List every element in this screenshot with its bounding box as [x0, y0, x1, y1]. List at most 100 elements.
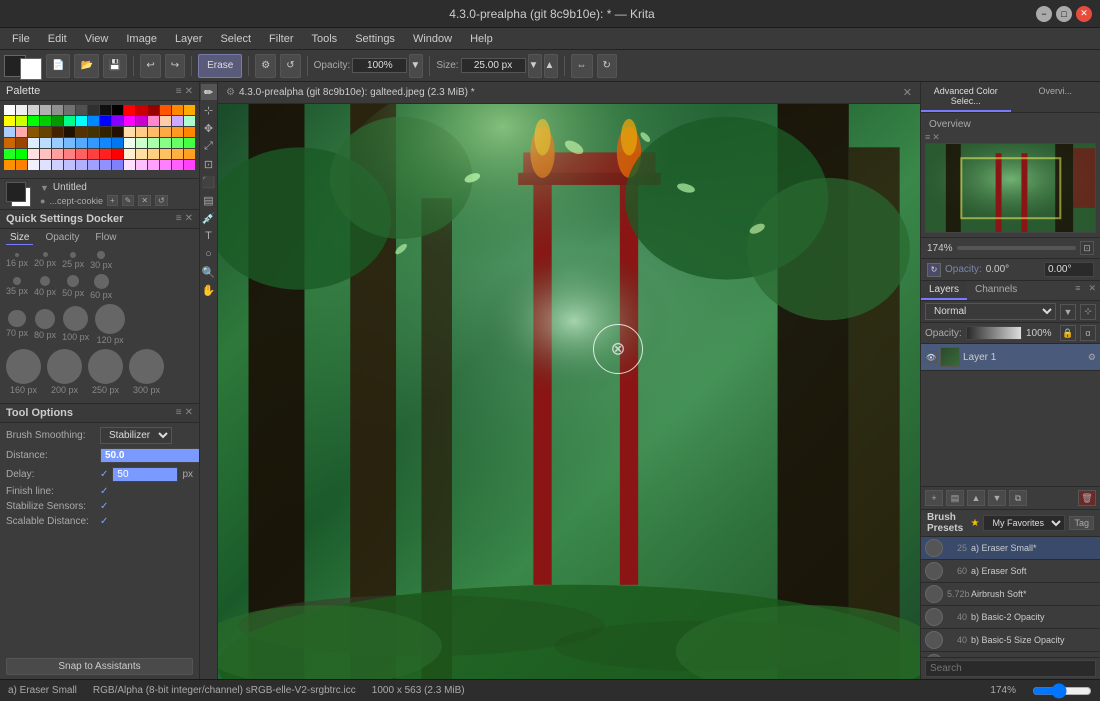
color-cell[interactable]	[4, 160, 15, 170]
brush-size-item[interactable]: 300 px	[129, 349, 164, 395]
menu-item-help[interactable]: Help	[462, 31, 501, 47]
new-document-button[interactable]: 📄	[46, 54, 70, 78]
color-cell[interactable]	[88, 105, 99, 115]
layers-search-button[interactable]: ⊹	[1080, 304, 1096, 320]
duplicate-layer-button[interactable]: ⧉	[1009, 490, 1027, 506]
color-cell[interactable]	[4, 127, 15, 137]
canvas-close-button[interactable]: ✕	[903, 86, 912, 99]
add-group-button[interactable]: ▤	[946, 490, 964, 506]
qs-menu-button[interactable]: ≡	[176, 213, 182, 225]
layers-menu-button[interactable]: ≡	[1071, 281, 1084, 300]
color-cell[interactable]	[76, 116, 87, 126]
color-cell[interactable]	[52, 127, 63, 137]
color-cell[interactable]	[160, 149, 171, 159]
brush-size-item[interactable]: 30 px	[90, 251, 112, 270]
status-zoom-slider[interactable]	[1032, 683, 1092, 699]
fg-color-swatch[interactable]	[6, 182, 26, 202]
mirror-button[interactable]: ⇔	[571, 54, 593, 78]
opacity-down-button[interactable]: ▼	[409, 54, 423, 78]
brush-preset-item[interactable]: 5.72b Airbrush Soft*	[921, 583, 1100, 606]
color-cell[interactable]	[148, 138, 159, 148]
color-cell[interactable]	[124, 149, 135, 159]
reset-button[interactable]: ↺	[280, 54, 300, 78]
color-cell[interactable]	[100, 160, 111, 170]
delete-preset-button[interactable]: ✕	[138, 195, 151, 206]
color-cell[interactable]	[100, 138, 111, 148]
color-cell[interactable]	[184, 160, 195, 170]
color-cell[interactable]	[124, 116, 135, 126]
brush-preset-item[interactable]: 25 a) Eraser Small*	[921, 537, 1100, 560]
color-cell[interactable]	[124, 105, 135, 115]
color-cell[interactable]	[28, 149, 39, 159]
overview-menu[interactable]: ≡	[925, 132, 930, 143]
tab-overview-tab[interactable]: Overvi...	[1011, 82, 1100, 112]
color-cell[interactable]	[76, 105, 87, 115]
color-cell[interactable]	[136, 160, 147, 170]
pan-tool-icon[interactable]: ✋	[201, 282, 217, 298]
delete-layer-button[interactable]: 🗑	[1078, 490, 1096, 506]
menu-item-select[interactable]: Select	[212, 31, 259, 47]
color-cell[interactable]	[52, 105, 63, 115]
overview-thumbnail[interactable]	[925, 143, 1096, 233]
qs-tab-flow[interactable]: Flow	[91, 231, 120, 245]
open-document-button[interactable]: 📂	[74, 54, 98, 78]
erase-mode-button[interactable]: Erase	[198, 54, 242, 78]
color-cell[interactable]	[88, 116, 99, 126]
color-cell[interactable]	[16, 105, 27, 115]
brush-settings-button[interactable]: ⚙	[255, 54, 276, 78]
color-cell[interactable]	[76, 149, 87, 159]
color-cell[interactable]	[40, 116, 51, 126]
select-tool-icon[interactable]: ⊹	[201, 102, 217, 118]
color-cell[interactable]	[148, 127, 159, 137]
color-cell[interactable]	[52, 138, 63, 148]
redo-button[interactable]: ↪	[165, 54, 185, 78]
move-tool-icon[interactable]: ✥	[201, 120, 217, 136]
color-cell[interactable]	[28, 116, 39, 126]
color-cell[interactable]	[136, 127, 147, 137]
color-cell[interactable]	[16, 160, 27, 170]
opacity-alpha-button[interactable]: α	[1080, 325, 1096, 341]
color-cell[interactable]	[16, 149, 27, 159]
text-tool-icon[interactable]: T	[201, 228, 217, 244]
zoom-slider[interactable]	[957, 246, 1076, 250]
menu-item-settings[interactable]: Settings	[347, 31, 403, 47]
color-cell[interactable]	[112, 149, 123, 159]
color-cell[interactable]	[64, 127, 75, 137]
brush-size-item[interactable]: 160 px	[6, 349, 41, 395]
color-cell[interactable]	[148, 149, 159, 159]
color-cell[interactable]	[64, 160, 75, 170]
color-cell[interactable]	[172, 138, 183, 148]
menu-item-view[interactable]: View	[77, 31, 117, 47]
brush-size-item[interactable]: 200 px	[47, 349, 82, 395]
color-cell[interactable]	[160, 160, 171, 170]
gradient-tool-icon[interactable]: ▤	[201, 192, 217, 208]
color-cell[interactable]	[4, 138, 15, 148]
maximize-button[interactable]: □	[1056, 6, 1072, 22]
palette-menu-button[interactable]: ≡	[176, 86, 182, 97]
color-cell[interactable]	[172, 160, 183, 170]
menu-item-filter[interactable]: Filter	[261, 31, 301, 47]
color-cell[interactable]	[100, 116, 111, 126]
brush-size-item[interactable]: 40 px	[34, 276, 56, 297]
move-layer-up-button[interactable]: ▲	[967, 490, 985, 506]
brush-preset-item[interactable]: 40 b) Basic-2 Opacity	[921, 606, 1100, 629]
brush-size-item[interactable]: 25 px	[62, 252, 84, 269]
brush-filter-select[interactable]: My Favorites	[983, 515, 1065, 531]
layer-item[interactable]: 👁 Layer 1 ⚙	[921, 344, 1100, 371]
color-cell[interactable]	[40, 149, 51, 159]
color-cell[interactable]	[160, 127, 171, 137]
palette-close-button[interactable]: ✕	[185, 86, 193, 97]
transform-tool-icon[interactable]: ⤢	[201, 138, 217, 154]
minimize-button[interactable]: −	[1036, 6, 1052, 22]
close-button[interactable]: ✕	[1076, 6, 1092, 22]
brush-size-item[interactable]: 250 px	[88, 349, 123, 395]
size-down-button[interactable]: ▼	[528, 54, 542, 78]
background-color-swatch[interactable]	[20, 58, 42, 80]
color-cell[interactable]	[88, 149, 99, 159]
color-cell[interactable]	[64, 149, 75, 159]
color-cell[interactable]	[76, 127, 87, 137]
color-cell[interactable]	[16, 116, 27, 126]
color-cell[interactable]	[88, 127, 99, 137]
rotation-input[interactable]	[1044, 262, 1094, 277]
brush-tag-button[interactable]: Tag	[1069, 516, 1094, 530]
